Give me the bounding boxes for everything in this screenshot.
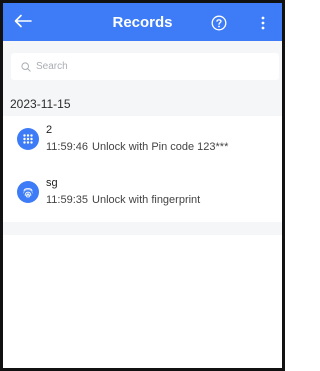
record-time: 11:59:46 (46, 141, 89, 153)
record-detail: 11:59:35 Unlock with fingerprint (46, 194, 200, 206)
app-screen: Records 2023-11-15 (0, 0, 285, 371)
record-type-badge (17, 128, 39, 150)
record-item[interactable]: sg 11:59:35 Unlock with fingerprint (3, 169, 282, 222)
records-list: 2 11:59:46 Unlock with Pin code 123*** sg… (3, 116, 282, 222)
record-type-badge (17, 181, 39, 203)
more-options-button[interactable] (255, 12, 271, 34)
record-detail: 11:59:46 Unlock with Pin code 123*** (46, 141, 228, 153)
search-bar[interactable] (11, 53, 279, 80)
record-user-name: sg (46, 177, 58, 189)
record-item[interactable]: 2 11:59:46 Unlock with Pin code 123*** (3, 116, 282, 169)
record-user-name: 2 (46, 124, 53, 136)
empty-list-area (3, 235, 282, 368)
search-icon (21, 61, 31, 72)
page-title: Records (112, 13, 173, 31)
arrow-left-icon (14, 14, 32, 28)
record-description: Unlock with Pin code 123*** (92, 141, 229, 153)
more-vertical-icon (261, 16, 265, 30)
app-bar: Records (3, 3, 282, 41)
fingerprint-icon (23, 188, 33, 198)
record-time: 11:59:35 (46, 194, 89, 206)
help-button[interactable] (208, 12, 230, 34)
date-group-header: 2023-11-15 (10, 97, 71, 111)
back-button[interactable] (9, 7, 37, 35)
record-description: Unlock with fingerprint (92, 194, 201, 206)
keypad-icon (23, 134, 33, 144)
search-input[interactable] (36, 61, 256, 72)
question-circle-icon (211, 15, 227, 31)
